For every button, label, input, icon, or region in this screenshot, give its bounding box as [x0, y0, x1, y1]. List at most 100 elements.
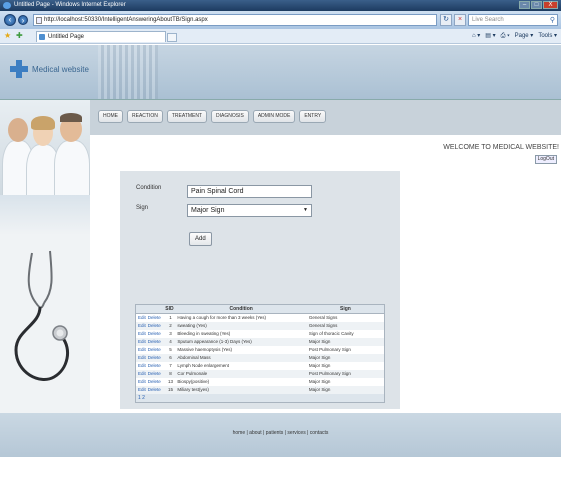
- maximize-button[interactable]: □: [531, 1, 542, 9]
- signs-table: SID Condition Sign Edit Delete 1 Having a c…: [135, 304, 385, 403]
- nav-diagnosis[interactable]: DIAGNOSIS: [211, 110, 249, 123]
- edit-link[interactable]: Edit: [138, 323, 146, 328]
- condition-cell: Miliary test(yes): [175, 385, 307, 394]
- close-button[interactable]: X: [543, 1, 558, 9]
- tab-bar: ★ ✚ Untitled Page ⌂ ▾ ▤ ▾ ⎙ ▾ Page ▾ Too…: [0, 29, 561, 44]
- table-row: Edit Delete 3 Bleeding in sweating (Yes) Sig…: [136, 330, 385, 338]
- web-page: Medical website HOME REACTION TREATMENT …: [0, 45, 561, 482]
- condition-cell: Lymph Node enlargement: [177, 363, 230, 368]
- delete-link[interactable]: Delete: [148, 379, 161, 384]
- nav-entry[interactable]: ENTRY: [299, 110, 327, 123]
- table-row: Edit Delete 5 Massive haemoptysis (Yes) Post…: [136, 346, 385, 354]
- delete-link[interactable]: Delete: [148, 315, 161, 320]
- sign-value: Major Sign: [191, 207, 225, 214]
- sign-cell: General Signs: [306, 321, 385, 330]
- site-footer: home | about | patients | services | con…: [0, 413, 561, 457]
- edit-link[interactable]: Edit: [138, 331, 146, 336]
- sid-cell: 5: [169, 347, 172, 352]
- pager-links[interactable]: 1 2: [135, 393, 385, 403]
- forward-icon[interactable]: ›: [18, 15, 28, 25]
- condition-cell: Massive haemoptysis (Yes): [177, 347, 233, 352]
- sid-cell: 6: [163, 353, 176, 362]
- nav-home[interactable]: HOME: [98, 110, 123, 123]
- search-input[interactable]: Live Search ⚲: [468, 14, 558, 26]
- condition-input[interactable]: Pain Spinal Cord: [187, 185, 312, 198]
- favorites-star-icon[interactable]: ★: [4, 31, 11, 40]
- minimize-button[interactable]: –: [519, 1, 530, 9]
- tab-page-icon: [39, 34, 45, 40]
- edit-link[interactable]: Edit: [138, 315, 146, 320]
- delete-link[interactable]: Delete: [148, 323, 161, 328]
- tab-untitled-page[interactable]: Untitled Page: [36, 31, 166, 42]
- doctors-image: [0, 100, 90, 195]
- top-navigation: HOME REACTION TREATMENT DIAGNOSIS ADMIN …: [90, 100, 561, 135]
- sid-cell: 13: [167, 379, 173, 384]
- page-icon: [36, 17, 42, 24]
- tools-menu-button[interactable]: Tools ▾: [538, 32, 557, 41]
- banner-texture: [98, 45, 158, 99]
- row-actions: Edit Delete: [136, 378, 164, 386]
- edit-link[interactable]: Edit: [138, 371, 146, 376]
- window-title: Untitled Page - Windows Internet Explore…: [14, 2, 126, 8]
- delete-link[interactable]: Delete: [148, 363, 161, 368]
- nav-admin-mode[interactable]: ADMIN MODE: [252, 110, 296, 123]
- add-button[interactable]: Add: [189, 232, 212, 246]
- sign-cell: Major Sign: [306, 337, 385, 346]
- table-row: Edit Delete 6 Abdominal Mass Major Sign: [135, 353, 385, 362]
- delete-link[interactable]: Delete: [148, 371, 161, 376]
- refresh-icon[interactable]: ↻: [440, 14, 452, 26]
- row-actions: Edit Delete: [136, 346, 164, 354]
- row-actions: Edit Delete: [136, 362, 164, 370]
- edit-link[interactable]: Edit: [138, 339, 146, 344]
- table-row: Edit Delete 4 Sputum appearance (1-3) Days …: [135, 337, 385, 346]
- add-favorites-icon[interactable]: ✚: [16, 31, 23, 40]
- stop-icon[interactable]: ×: [454, 14, 466, 26]
- chevron-down-icon: ▼: [303, 207, 308, 213]
- search-icon[interactable]: ⚲: [550, 15, 555, 26]
- edit-link[interactable]: Edit: [138, 363, 146, 368]
- nav-treatment[interactable]: TREATMENT: [166, 110, 208, 123]
- delete-link[interactable]: Delete: [148, 339, 161, 344]
- url-input[interactable]: http://localhost:50330/IntelligentAnswer…: [33, 14, 437, 26]
- row-actions: Edit Delete: [135, 321, 164, 330]
- row-actions: Edit Delete: [135, 385, 164, 394]
- sid-cell: 3: [169, 331, 172, 336]
- back-icon[interactable]: ‹: [4, 14, 16, 26]
- row-actions: Edit Delete: [135, 369, 164, 378]
- sid-cell: 1: [169, 315, 172, 321]
- new-tab-button[interactable]: [167, 33, 177, 42]
- edit-link[interactable]: Edit: [138, 355, 146, 360]
- col-sign[interactable]: Sign: [306, 304, 385, 314]
- delete-link[interactable]: Delete: [148, 347, 161, 352]
- condition-label: Condition: [136, 185, 162, 191]
- sign-cell: Major Sign: [308, 363, 331, 368]
- edit-link[interactable]: Edit: [138, 347, 146, 352]
- footer-links[interactable]: home | about | patients | services | con…: [0, 430, 561, 436]
- delete-link[interactable]: Delete: [148, 387, 161, 392]
- nav-reaction[interactable]: REACTION: [127, 110, 163, 123]
- col-condition[interactable]: Condition: [175, 304, 307, 314]
- table-body: Edit Delete 1 Having a cough for more than …: [135, 314, 385, 403]
- condition-cell: sweating (Yes): [175, 321, 307, 330]
- table-header-row: SID Condition Sign: [135, 304, 385, 314]
- medical-cross-icon: [10, 60, 28, 78]
- delete-link[interactable]: Delete: [148, 355, 161, 360]
- sign-cell: Sign of thoracic Cavity: [308, 331, 354, 336]
- edit-link[interactable]: Edit: [138, 379, 146, 384]
- table-row: Edit Delete 13 Biospy(positive) Major Sign: [136, 378, 385, 386]
- delete-link[interactable]: Delete: [148, 331, 161, 336]
- logout-button[interactable]: LogOut: [534, 155, 557, 164]
- sid-cell: 2: [163, 321, 176, 330]
- stethoscope-image: [14, 250, 70, 381]
- condition-cell: Bleeding in sweating (Yes): [177, 331, 231, 336]
- feeds-menu-button[interactable]: ▤ ▾: [485, 32, 495, 41]
- site-logo[interactable]: Medical website: [10, 60, 89, 78]
- print-menu-button[interactable]: ⎙ ▾: [501, 32, 510, 41]
- page-menu-button[interactable]: Page ▾: [515, 32, 534, 41]
- edit-link[interactable]: Edit: [138, 387, 146, 392]
- home-menu-button[interactable]: ⌂ ▾: [472, 32, 480, 41]
- col-sid[interactable]: SID: [163, 304, 176, 314]
- sign-select[interactable]: Major Sign ▼: [187, 204, 312, 217]
- col-actions: [135, 304, 164, 314]
- sid-cell: 15: [163, 385, 176, 394]
